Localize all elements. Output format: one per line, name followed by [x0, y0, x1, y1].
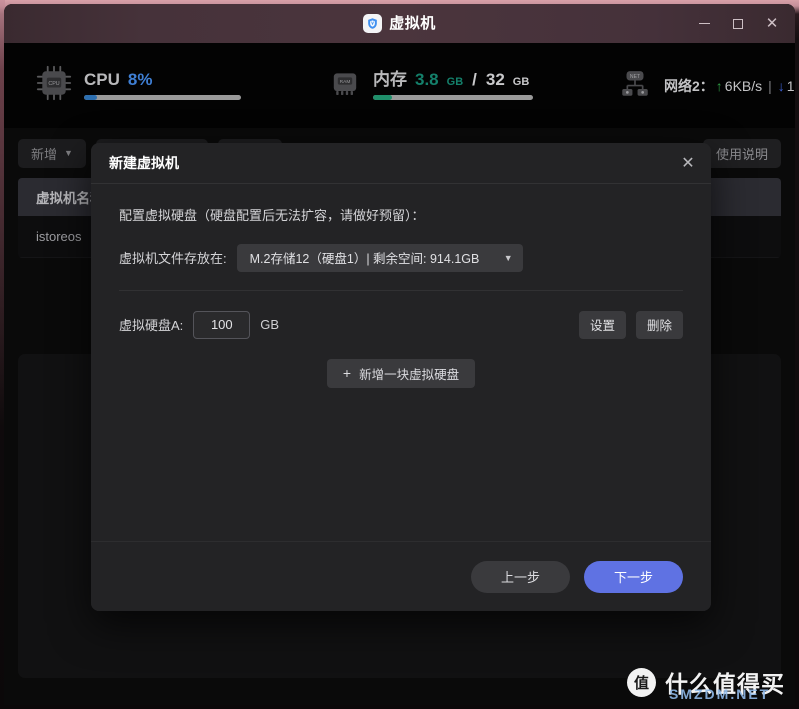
- storage-location-field: 虚拟机文件存放在: M.2存储12（硬盘1）| 剩余空间: 914.1GB ▼: [119, 243, 683, 272]
- disk-delete-label: 删除: [646, 319, 672, 334]
- storage-location-select[interactable]: M.2存储12（硬盘1）| 剩余空间: 914.1GB ▼: [236, 243, 523, 272]
- disk-size-input[interactable]: [193, 310, 251, 339]
- disk-settings-button[interactable]: 设置: [578, 310, 626, 339]
- chevron-down-icon: ▼: [503, 252, 513, 263]
- storage-location-label: 虚拟机文件存放在:: [119, 251, 227, 267]
- dialog-footer: 上一步 下一步: [91, 541, 711, 611]
- plus-icon: +: [342, 365, 352, 382]
- disk-config-note: 配置虚拟硬盘（硬盘配置后无法扩容，请做好预留）：: [119, 208, 425, 223]
- app-root: 虚拟机 ✕ CPU CPU 8% RAM 内存 3.8 GB / 32 GB N…: [0, 0, 799, 709]
- new-vm-dialog: 新建虚拟机 ✕ 配置虚拟硬盘（硬盘配置后无法扩容，请做好预留）： 虚拟机文件存放…: [91, 143, 711, 611]
- disk-delete-button[interactable]: 删除: [635, 310, 683, 339]
- virtual-disk-a-label: 虚拟硬盘A:: [119, 318, 184, 334]
- close-icon: ✕: [681, 155, 695, 172]
- storage-location-value: M.2存储12（硬盘1）| 剩余空间: 914.1GB: [249, 252, 480, 267]
- add-disk-wrapper: + 新增一块虚拟硬盘: [119, 358, 683, 388]
- previous-step-button[interactable]: 上一步: [471, 560, 570, 593]
- add-virtual-disk-label: 新增一块虚拟硬盘: [359, 367, 460, 382]
- section-divider: [119, 289, 683, 291]
- next-step-label: 下一步: [613, 570, 653, 585]
- dialog-title: 新建虚拟机: [109, 155, 179, 171]
- modal-overlay: 新建虚拟机 ✕ 配置虚拟硬盘（硬盘配置后无法扩容，请做好预留）： 虚拟机文件存放…: [4, 4, 795, 705]
- next-step-button[interactable]: 下一步: [584, 560, 683, 593]
- main-window: 虚拟机 ✕ CPU CPU 8% RAM 内存 3.8 GB / 32 GB N…: [4, 4, 795, 705]
- disk-settings-label: 设置: [589, 319, 615, 334]
- virtual-disk-a-row: 虚拟硬盘A: GB 设置 删除: [119, 310, 683, 339]
- disk-size-unit: GB: [260, 317, 280, 333]
- previous-step-label: 上一步: [500, 570, 540, 585]
- dialog-close-button[interactable]: ✕: [675, 150, 701, 176]
- dialog-body: 配置虚拟硬盘（硬盘配置后无法扩容，请做好预留）： 虚拟机文件存放在: M.2存储…: [91, 184, 711, 541]
- dialog-header: 新建虚拟机 ✕: [91, 143, 711, 184]
- add-virtual-disk-button[interactable]: + 新增一块虚拟硬盘: [326, 358, 476, 388]
